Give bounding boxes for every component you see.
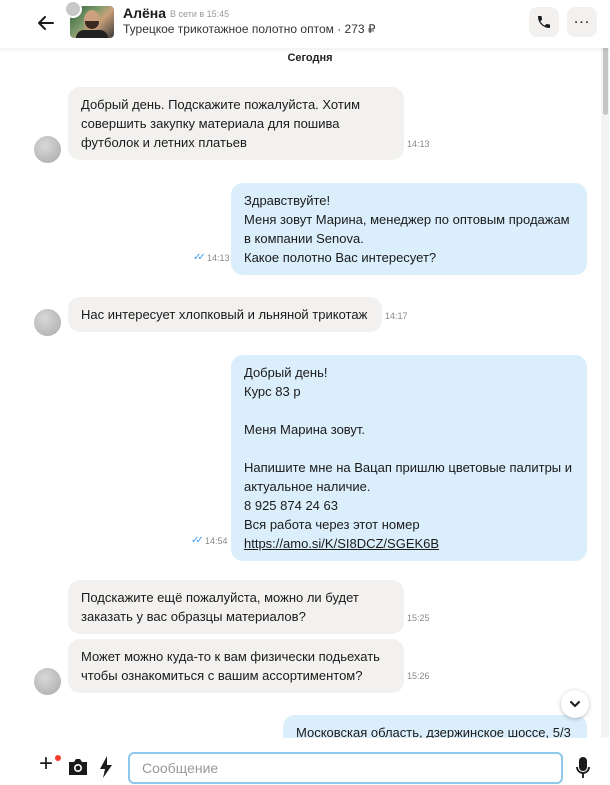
date-separator: Сегодня	[287, 52, 333, 64]
message-line: 8 925 874 24 63	[244, 498, 338, 513]
message-outgoing[interactable]: Здравствуйте! Меня зовут Марина, менедже…	[231, 183, 587, 275]
message-line: Может можно куда-то к вам физически подь…	[81, 649, 380, 664]
phone-icon	[538, 16, 550, 28]
message-outgoing[interactable]: Добрый день! Курс 83 р Меня Марина зовут…	[231, 355, 587, 561]
message-line: футболок и летних платьев	[81, 135, 247, 150]
back-arrow-icon[interactable]	[36, 13, 56, 33]
message-line: Меня зовут Марина, менеджер по оптовым п…	[244, 212, 570, 227]
message-line: Какое полотно Вас интересует?	[244, 250, 437, 265]
chat-header: Алёна В сети в 15:45 Турецкое трикотажно…	[0, 0, 610, 48]
call-button[interactable]	[529, 7, 559, 37]
sender-avatar[interactable]	[34, 136, 61, 163]
message-incoming[interactable]: Нас интересует хлопковый и льняной трико…	[68, 297, 382, 332]
camera-icon[interactable]	[67, 758, 89, 776]
message-line: Подскажите ещё пожалуйста, можно ли буде…	[81, 590, 359, 605]
message-time: 14:54	[205, 536, 228, 546]
chevron-down-icon	[570, 701, 580, 707]
message-time: 14:13	[207, 253, 230, 263]
listing-title[interactable]: Турецкое трикотажное полотно оптом · 273…	[123, 22, 376, 36]
message-input[interactable]	[128, 752, 563, 784]
message-incoming[interactable]: Подскажите ещё пожалуйста, можно ли буде…	[68, 580, 404, 634]
contact-status: В сети в 15:45	[170, 9, 230, 19]
message-line: Нас интересует хлопковый и льняной трико…	[81, 307, 368, 322]
message-time: 14:17	[385, 311, 408, 321]
message-link[interactable]: https://amo.si/K/SI8DCZ/SGEK6B	[244, 536, 439, 551]
message-line: Здравствуйте!	[244, 193, 331, 208]
message-line: совершить закупку материала для пошива	[81, 116, 340, 131]
message-line: Курс 83 р	[244, 384, 301, 399]
more-options-button[interactable]: ...	[567, 7, 597, 37]
message-line: в компании Senova.	[244, 231, 364, 246]
contact-avatar	[64, 0, 82, 18]
message-line: Напишите мне на Вацап пришлю цветовые па…	[244, 460, 573, 475]
message-time: 15:25	[407, 613, 430, 623]
notification-dot	[55, 755, 61, 761]
double-check-icon: ✓✓	[193, 252, 206, 263]
microphone-icon[interactable]	[576, 757, 590, 779]
message-line: заказать у вас образцы материалов?	[81, 609, 306, 624]
message-line	[244, 439, 574, 458]
sender-avatar[interactable]	[34, 309, 61, 336]
plus-icon[interactable]: +	[39, 752, 53, 776]
message-incoming[interactable]: Добрый день. Подскажите пожалуйста. Хоти…	[68, 87, 404, 160]
message-line: Добрый день. Подскажите пожалуйста. Хоти…	[81, 97, 361, 112]
message-time: 14:13	[407, 139, 430, 149]
message-line: Вся работа через этот номер	[244, 517, 420, 532]
lightning-icon[interactable]	[99, 756, 113, 778]
message-time: 15:26	[407, 671, 430, 681]
message-line: Добрый день!	[244, 365, 328, 380]
chat-scrollbar-track[interactable]	[601, 48, 609, 738]
message-line	[244, 401, 574, 420]
contact-name[interactable]: Алёна	[123, 5, 166, 21]
message-line: чтобы ознакомиться с вашим ассортиментом…	[81, 668, 363, 683]
sender-avatar[interactable]	[34, 668, 61, 695]
message-line: Меня Марина зовут.	[244, 422, 366, 437]
scroll-to-bottom-button[interactable]	[561, 690, 589, 718]
message-line: актуальное наличие.	[244, 479, 371, 494]
more-icon: ...	[573, 10, 591, 27]
message-incoming[interactable]: Может можно куда-то к вам физически подь…	[68, 639, 404, 693]
double-check-icon: ✓✓	[191, 535, 204, 546]
